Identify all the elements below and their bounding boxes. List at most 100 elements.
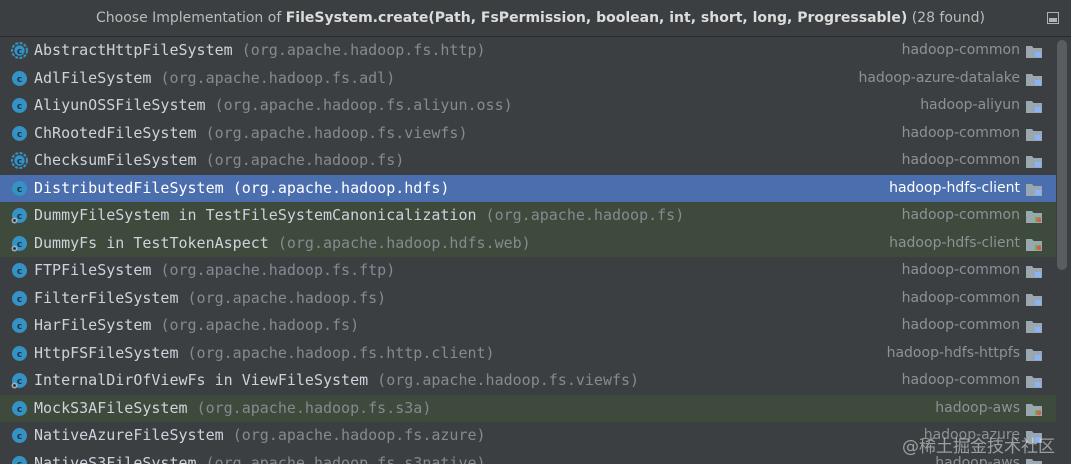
package-name: (org.apache.hadoop.fs.s3native) xyxy=(205,453,486,464)
module-folder-icon xyxy=(1025,374,1043,389)
list-item[interactable]: c InternalDirOfViewFs in ViewFileSystem (… xyxy=(0,367,1056,395)
module-name: hadoop-common xyxy=(901,42,1020,58)
test-module-folder-icon xyxy=(1025,209,1043,224)
svg-text:c: c xyxy=(17,322,22,332)
inner-class-icon: c xyxy=(11,372,28,389)
class-name: ChecksumFileSystem (org.apache.hadoop.fs… xyxy=(34,147,404,175)
scrollbar-thumb[interactable] xyxy=(1057,40,1067,270)
class-name-text: AdlFileSystem xyxy=(34,68,152,87)
popup-header: Choose Implementation of FileSystem.crea… xyxy=(0,0,1071,37)
module-name: hadoop-hdfs-httpfs xyxy=(886,344,1020,361)
class-name: DummyFs in TestTokenAspect (org.apache.h… xyxy=(34,230,531,258)
class-icon: c xyxy=(11,125,28,142)
package-name: (org.apache.hadoop.fs.azure) xyxy=(232,426,486,444)
result-count: (28 found) xyxy=(907,10,986,26)
class-name: ChRootedFileSystem (org.apache.hadoop.fs… xyxy=(34,120,468,148)
module-folder-icon xyxy=(1025,292,1043,307)
test-module-folder-icon xyxy=(1025,402,1043,417)
abstract-class-icon: c xyxy=(11,152,28,169)
class-name: HttpFSFileSystem (org.apache.hadoop.fs.h… xyxy=(34,340,495,368)
module-folder-icon xyxy=(1025,72,1043,87)
list-item[interactable]: c HttpFSFileSystem (org.apache.hadoop.fs.… xyxy=(0,340,1056,368)
list-item[interactable]: c NativeAzureFileSystem (org.apache.hadoo… xyxy=(0,422,1056,450)
class-name: DistributedFileSystem (org.apache.hadoop… xyxy=(34,175,449,203)
class-icon: c xyxy=(11,180,28,197)
class-name-text: ChRootedFileSystem xyxy=(34,123,197,142)
list-item[interactable]: c DistributedFileSystem (org.apache.hadoo… xyxy=(0,174,1056,203)
abstract-class-icon: c xyxy=(11,42,28,59)
class-name: NativeAzureFileSystem (org.apache.hadoop… xyxy=(34,422,486,450)
list-item[interactable]: c DummyFs in TestTokenAspect (org.apache.… xyxy=(0,229,1056,258)
list-item[interactable]: c AdlFileSystem (org.apache.hadoop.fs.adl… xyxy=(0,65,1056,93)
module-folder-icon xyxy=(1025,182,1043,197)
module-folder-icon xyxy=(1025,127,1043,142)
svg-text:c: c xyxy=(17,47,22,57)
implementation-list[interactable]: c AbstractHttpFileSystem (org.apache.hado… xyxy=(0,37,1056,464)
module-name: hadoop-hdfs-client xyxy=(889,179,1020,196)
class-icon: c xyxy=(11,262,28,279)
class-icon: c xyxy=(11,427,28,444)
class-name: AdlFileSystem (org.apache.hadoop.fs.adl) xyxy=(34,65,395,93)
svg-text:c: c xyxy=(17,405,22,415)
class-name-text: AbstractHttpFileSystem xyxy=(34,41,233,59)
list-item[interactable]: c AbstractHttpFileSystem (org.apache.hado… xyxy=(0,37,1056,65)
class-name-text: FilterFileSystem xyxy=(34,288,179,307)
package-name: (org.apache.hadoop.fs) xyxy=(485,206,685,224)
class-name: AliyunOSSFileSystem (org.apache.hadoop.f… xyxy=(34,92,513,120)
module-name: hadoop-azure-datalake xyxy=(858,69,1020,86)
watermark: @稀土掘金技术社区 xyxy=(902,437,1055,457)
pin-window-icon[interactable] xyxy=(1047,12,1059,24)
class-name: DummyFileSystem in TestFileSystemCanonic… xyxy=(34,202,684,230)
svg-text:c: c xyxy=(17,102,22,112)
class-name-text: DistributedFileSystem xyxy=(34,178,224,197)
svg-text:c: c xyxy=(17,240,22,250)
list-item[interactable]: c FTPFileSystem (org.apache.hadoop.fs.ftp… xyxy=(0,257,1056,285)
module-name: hadoop-common xyxy=(901,262,1020,278)
svg-text:c: c xyxy=(17,212,22,222)
module-folder-icon xyxy=(1025,457,1043,464)
class-name-text: NativeAzureFileSystem xyxy=(34,426,224,444)
module-name: hadoop-aws xyxy=(935,399,1020,416)
class-name: FilterFileSystem (org.apache.hadoop.fs) xyxy=(34,285,386,313)
class-name: InternalDirOfViewFs in ViewFileSystem (o… xyxy=(34,367,639,395)
package-name: (org.apache.hadoop.fs.s3a) xyxy=(196,398,432,417)
class-name-text: AliyunOSSFileSystem xyxy=(34,96,206,114)
class-name-text: DummyFileSystem in TestFileSystemCanonic… xyxy=(34,206,477,224)
package-name: (org.apache.hadoop.hdfs) xyxy=(232,178,450,197)
list-item[interactable]: c ChRootedFileSystem (org.apache.hadoop.f… xyxy=(0,120,1056,148)
package-name: (org.apache.hadoop.fs) xyxy=(187,288,387,307)
list-item[interactable]: c ChecksumFileSystem (org.apache.hadoop.f… xyxy=(0,147,1056,175)
module-folder-icon xyxy=(1025,44,1043,59)
inner-class-icon: c xyxy=(11,235,28,252)
list-item[interactable]: c AliyunOSSFileSystem (org.apache.hadoop.… xyxy=(0,92,1056,120)
class-name-text: NativeS3FileSystem xyxy=(34,453,197,464)
list-item[interactable]: c MockS3AFileSystem (org.apache.hadoop.fs… xyxy=(0,394,1056,423)
list-item[interactable]: c HarFileSystem (org.apache.hadoop.fs) had… xyxy=(0,312,1056,340)
package-name: (org.apache.hadoop.fs) xyxy=(160,316,360,334)
class-icon: c xyxy=(11,70,28,87)
svg-text:c: c xyxy=(17,157,22,167)
test-module-folder-icon xyxy=(1025,237,1043,252)
svg-text:c: c xyxy=(17,460,22,464)
module-name: hadoop-hdfs-client xyxy=(889,234,1020,251)
list-item[interactable]: c NativeS3FileSystem (org.apache.hadoop.f… xyxy=(0,450,1056,464)
class-name-text: FTPFileSystem xyxy=(34,261,152,279)
inner-class-icon: c xyxy=(11,207,28,224)
list-item[interactable]: c DummyFileSystem in TestFileSystemCanoni… xyxy=(0,202,1056,230)
package-name: (org.apache.hadoop.fs.http.client) xyxy=(187,343,495,362)
method-signature: FileSystem.create(Path, FsPermission, bo… xyxy=(285,10,908,26)
module-name: hadoop-common xyxy=(901,372,1020,388)
list-item[interactable]: c FilterFileSystem (org.apache.hadoop.fs)… xyxy=(0,285,1056,313)
package-name: (org.apache.hadoop.fs.adl) xyxy=(160,68,396,87)
module-name: hadoop-common xyxy=(901,207,1020,223)
class-name: HarFileSystem (org.apache.hadoop.fs) xyxy=(34,312,359,340)
svg-text:c: c xyxy=(17,267,22,277)
module-folder-icon xyxy=(1025,99,1043,114)
class-icon: c xyxy=(11,455,28,464)
class-name-text: ChecksumFileSystem xyxy=(34,151,197,169)
module-name: hadoop-common xyxy=(901,124,1020,141)
module-name: hadoop-common xyxy=(901,289,1020,306)
svg-text:c: c xyxy=(17,350,22,360)
class-icon: c xyxy=(11,345,28,362)
class-name: MockS3AFileSystem (org.apache.hadoop.fs.… xyxy=(34,395,431,423)
